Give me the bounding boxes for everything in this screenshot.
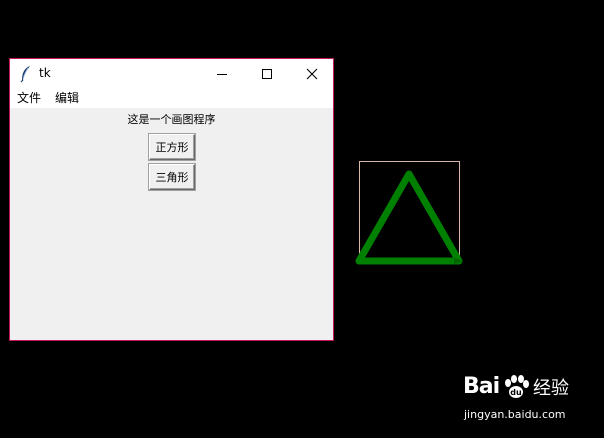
green-triangle [355, 170, 463, 265]
program-label: 这是一个画图程序 [127, 113, 216, 126]
watermark-suffix: 经验 [533, 378, 569, 399]
square-button[interactable]: 正方形 [149, 134, 195, 160]
menu-edit[interactable]: 编辑 [55, 91, 79, 106]
tk-window: tk 文件 编辑 这是一个画图程序 正方形 三角形 [9, 58, 334, 341]
maximize-button[interactable] [244, 59, 290, 89]
turtle-drawing [355, 161, 463, 265]
close-icon [306, 68, 318, 80]
menu-bar: 文件 编辑 [10, 89, 333, 108]
menu-file[interactable]: 文件 [17, 91, 41, 106]
watermark-brand: Bai [463, 374, 500, 399]
minimize-icon [217, 74, 227, 75]
title-bar[interactable]: tk [10, 59, 333, 89]
window-title: tk [39, 66, 51, 80]
maximize-icon [262, 69, 272, 79]
close-button[interactable] [289, 59, 333, 89]
desktop: tk 文件 编辑 这是一个画图程序 正方形 三角形 Bai du 经验 jing… [0, 0, 604, 438]
baidu-jingyan-watermark: Bai du 经验 jingyan.baidu.com [463, 372, 593, 428]
svg-text:du: du [510, 388, 522, 397]
triangle-button[interactable]: 三角形 [149, 164, 195, 190]
watermark-url: jingyan.baidu.com [464, 408, 566, 421]
minimize-button[interactable] [199, 59, 245, 89]
paw-icon: du [505, 375, 529, 398]
feather-icon [20, 66, 30, 83]
